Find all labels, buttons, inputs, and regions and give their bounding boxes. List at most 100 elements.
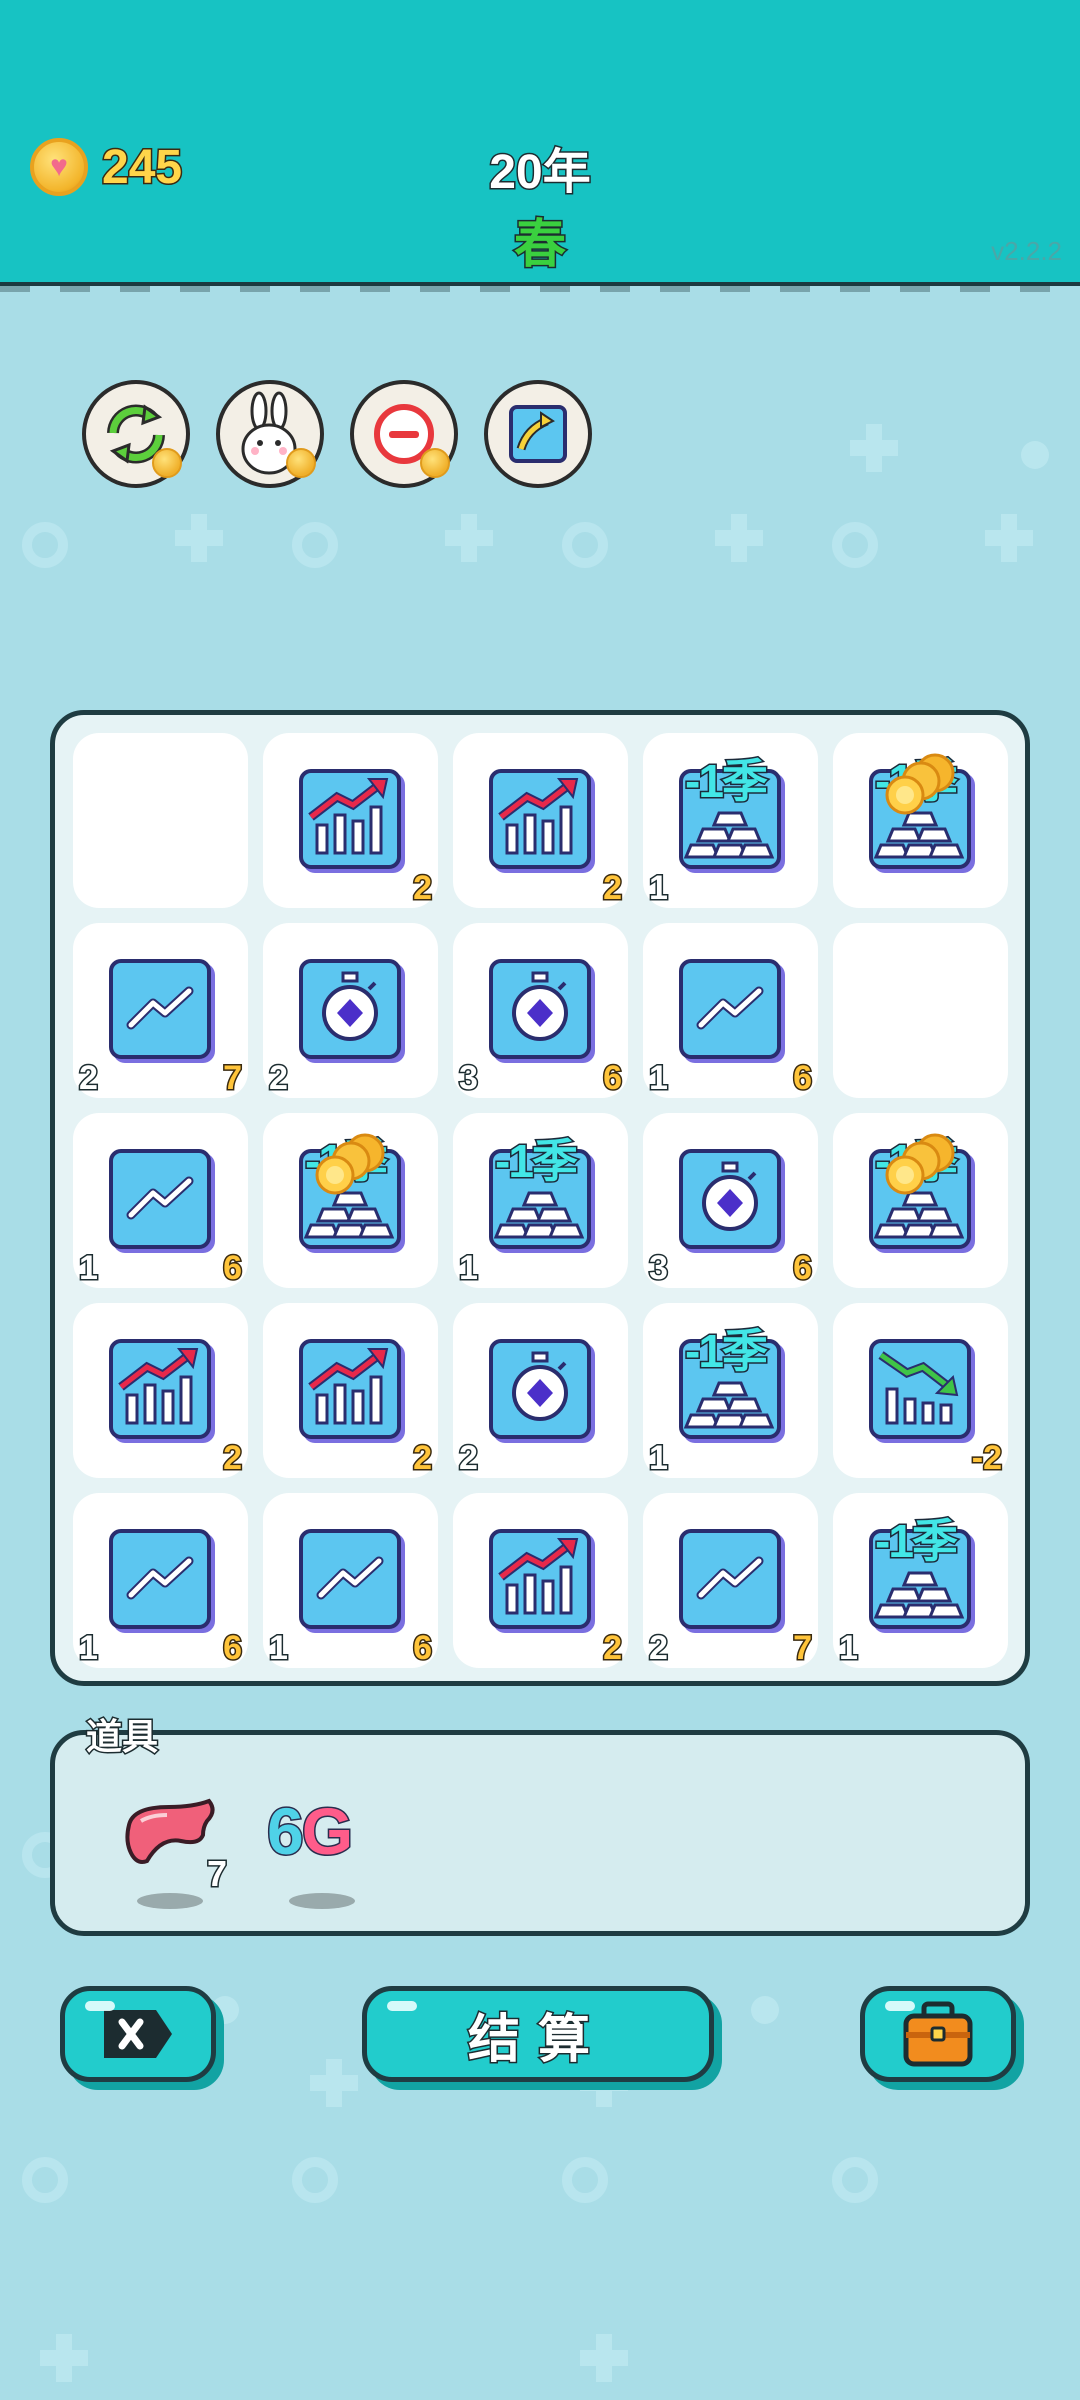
season-label: 春	[512, 215, 567, 276]
cell-value: 6	[222, 1248, 244, 1289]
board-cell[interactable]: -1季	[833, 1113, 1008, 1288]
6g-text-6: 6	[266, 1793, 306, 1870]
board-cell[interactable]: 16	[643, 923, 818, 1099]
bar-chart-up-svg	[498, 778, 579, 855]
game-board: 22-1季1-1季272361616-1季-1季136-1季222-1季1-21…	[50, 710, 1030, 1686]
line-tile-icon	[109, 959, 211, 1059]
close-tag-icon	[104, 2010, 172, 2058]
year-label: 20年	[488, 145, 592, 201]
coin-cost-icon	[286, 448, 316, 478]
powerup-bar	[82, 380, 592, 488]
prop-shadow	[289, 1893, 355, 1909]
board-cell[interactable]	[73, 733, 248, 908]
settle-button-label: 结算	[466, 2009, 608, 2070]
stopwatch-svg	[322, 971, 378, 1041]
cell-value: -2	[970, 1438, 1003, 1479]
cell-level: 2	[78, 1058, 100, 1099]
board-cell[interactable]: 27	[73, 923, 248, 1099]
cell-level: 1	[78, 1248, 100, 1289]
board-cell[interactable]	[833, 923, 1008, 1098]
rabbit-button[interactable]	[216, 380, 324, 488]
board-cell[interactable]: 2	[263, 733, 438, 909]
board-cell[interactable]: -2	[833, 1303, 1008, 1479]
cell-value: 6	[792, 1058, 814, 1099]
cell-value: 2	[222, 1438, 244, 1479]
board-cell[interactable]: 16	[263, 1493, 438, 1669]
coin-pile-icon	[315, 1133, 385, 1195]
bar-chart-up-svg	[308, 1348, 389, 1425]
settle-button[interactable]: 结算	[362, 1986, 714, 2082]
line-chart-svg	[696, 986, 764, 1030]
cell-level: 1	[648, 1058, 670, 1099]
bar-chart-up-svg	[118, 1348, 199, 1425]
refresh-button[interactable]	[82, 380, 190, 488]
board-cell[interactable]: 2	[453, 1303, 628, 1479]
cell-level: 1	[648, 1438, 670, 1479]
board-cell[interactable]: 2	[73, 1303, 248, 1479]
cell-level: 2	[268, 1058, 290, 1099]
line-chart-svg	[126, 1176, 194, 1220]
timer-tile-icon	[299, 959, 401, 1059]
board-cell[interactable]: 2	[453, 1493, 628, 1669]
prop-liver[interactable]: 7	[115, 1775, 229, 1909]
board-grid: 22-1季1-1季272361616-1季-1季136-1季222-1季1-21…	[73, 733, 1008, 1669]
prop-6g[interactable]: 6G	[266, 1775, 377, 1909]
bar-down-tile-icon	[869, 1339, 971, 1439]
cell-value: 6	[792, 1248, 814, 1289]
6g-icon: 6G	[266, 1793, 355, 1870]
board-cell[interactable]: 16	[73, 1113, 248, 1289]
cell-value: 7	[792, 1628, 814, 1669]
board-cell[interactable]: -1季 1	[833, 1493, 1008, 1669]
board-cell[interactable]: 16	[73, 1493, 248, 1669]
cell-value: 7	[222, 1058, 244, 1099]
props-panel: 7 6G	[50, 1730, 1030, 1936]
cell-value: 2	[602, 1628, 624, 1669]
board-cell[interactable]: 2	[263, 923, 438, 1099]
bar-chart-up-svg	[308, 778, 389, 855]
bar-up-tile-icon	[299, 1339, 401, 1439]
stopwatch-svg	[702, 1161, 758, 1231]
props-label: 道具	[84, 1715, 159, 1759]
board-cell[interactable]: 2	[263, 1303, 438, 1479]
cell-level: 3	[648, 1248, 670, 1289]
cell-level: 1	[268, 1628, 290, 1669]
board-cell[interactable]: 36	[453, 923, 628, 1099]
board-cell[interactable]: 36	[643, 1113, 818, 1289]
upgrade-button[interactable]	[484, 380, 592, 488]
line-chart-svg	[696, 1556, 764, 1600]
board-cell[interactable]: -1季 1	[453, 1113, 628, 1289]
timer-tile-icon	[489, 1339, 591, 1439]
coin-cost-icon	[152, 448, 182, 478]
cell-value: 6	[222, 1628, 244, 1669]
coin-cost-icon	[420, 448, 450, 478]
line-chart-svg	[316, 1556, 384, 1600]
bar-chart-down-svg	[878, 1351, 959, 1425]
board-cell[interactable]: -1季 1	[643, 1303, 818, 1479]
6g-text-g: G	[300, 1793, 354, 1870]
board-cell[interactable]: 2	[453, 733, 628, 909]
timer-tile-icon	[679, 1149, 781, 1249]
stopwatch-svg	[512, 971, 568, 1041]
line-tile-icon	[679, 959, 781, 1059]
line-tile-icon	[109, 1149, 211, 1249]
board-cell[interactable]: -1季	[833, 733, 1008, 908]
cell-level: 1	[458, 1248, 480, 1289]
board-cell[interactable]: -1季 1	[643, 733, 818, 909]
cell-level: 3	[458, 1058, 480, 1099]
prop-liver-count: 7	[205, 1852, 228, 1896]
arrow-up-icon	[509, 405, 567, 463]
bar-up-tile-icon	[299, 769, 401, 869]
stopwatch-svg	[512, 1351, 568, 1421]
line-chart-svg	[126, 1556, 194, 1600]
coin-pile-icon	[885, 753, 955, 815]
prop-shadow	[137, 1893, 203, 1909]
cell-value: 2	[412, 868, 434, 909]
close-button[interactable]	[60, 1986, 216, 2082]
line-tile-icon	[109, 1529, 211, 1629]
bar-chart-up-svg	[498, 1538, 579, 1615]
remove-button[interactable]	[350, 380, 458, 488]
board-cell[interactable]: 27	[643, 1493, 818, 1669]
board-cell[interactable]: -1季	[263, 1113, 438, 1288]
bag-button[interactable]	[860, 1986, 1016, 2082]
cell-value: 2	[412, 1438, 434, 1479]
